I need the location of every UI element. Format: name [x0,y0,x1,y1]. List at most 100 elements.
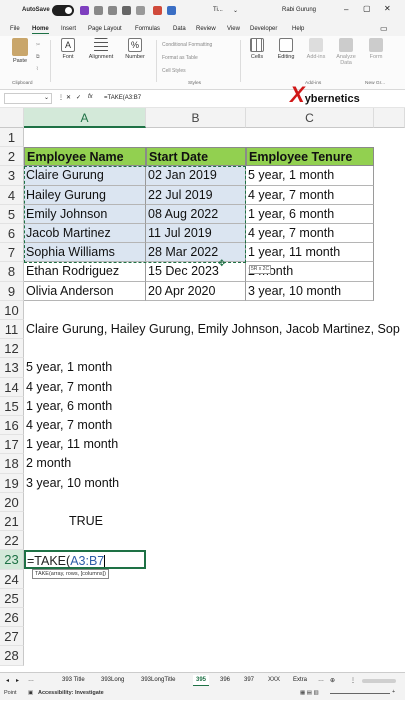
enter-icon[interactable]: ✓ [76,94,81,101]
format-as-table-button[interactable]: Format as Table [162,55,198,61]
horizontal-scrollbar[interactable] [362,679,396,683]
row-header-9[interactable]: 9 [0,281,24,301]
name-box[interactable]: ⌄ [4,93,52,104]
table-cell[interactable]: Olivia Anderson [24,281,146,301]
select-all-corner[interactable] [0,108,24,128]
table-cell[interactable]: Ethan Rodriguez [24,262,146,282]
formula-input[interactable]: =TAKE(A3:B7 [104,95,141,101]
column-header-d[interactable] [374,108,405,128]
autosave-toggle[interactable] [52,5,74,16]
view-icons[interactable]: ▦ ▤ ▥ [300,690,319,696]
row-header-1[interactable]: 1 [0,128,24,148]
add-sheet-icon[interactable]: ⊕ [330,677,335,684]
row-header-26[interactable]: 26 [0,608,24,628]
editing-button[interactable]: Editing [272,38,300,60]
row-header-17[interactable]: 17 [0,435,24,455]
zoom-in-icon[interactable]: + [392,689,395,695]
row-header-24[interactable]: 24 [0,569,24,589]
sheet-tab-396[interactable]: 396 [220,677,230,683]
table-cell[interactable]: 4 year, 7 month [246,185,374,205]
row-header-22[interactable]: 22 [0,531,24,551]
row-header-28[interactable]: 28 [0,646,24,666]
tenure-list-cell[interactable]: 4 year, 7 month [24,378,146,397]
row-header-16[interactable]: 16 [0,416,24,436]
shape-icon[interactable] [122,6,131,15]
row-header-4[interactable]: 4 [0,185,24,205]
tab-insert[interactable]: Insert [61,26,76,32]
tab-page-layout[interactable]: Page Layout [88,26,122,32]
row-header-3[interactable]: 3 [0,166,24,186]
cut-icon[interactable]: ✂ [36,42,40,48]
qat-more-icon[interactable] [136,6,145,15]
row-header-7[interactable]: 7 [0,243,24,263]
form-button[interactable]: Form [364,38,388,60]
table-cell[interactable]: 5 year, 1 month [246,166,374,186]
tab-developer[interactable]: Developer [250,26,277,32]
analyze-data-button[interactable]: Analyze Data [333,38,359,66]
paste-button[interactable]: Paste [8,38,32,64]
textjoin-result-cell[interactable]: Claire Gurung, Hailey Gurung, Emily John… [24,320,404,339]
file-title[interactable]: Ti... [213,7,223,13]
table-header-cell[interactable]: Employee Name [24,147,146,167]
comments-icon[interactable]: ▭ [380,24,388,33]
record-icon[interactable] [153,6,162,15]
tenure-list-cell[interactable]: 2 month [24,454,146,473]
save-icon[interactable] [80,6,89,15]
undo-icon[interactable] [94,6,103,15]
format-painter-icon[interactable]: ⌇ [36,66,38,72]
close-icon[interactable]: ✕ [384,4,391,13]
zoom-slider[interactable] [330,693,390,694]
row-header-20[interactable]: 20 [0,492,24,512]
record-macro-icon[interactable]: ▣ [28,690,33,696]
row-header-2[interactable]: 2 [0,147,24,167]
sheet-tab-397[interactable]: 397 [244,677,254,683]
row-header-10[interactable]: 10 [0,300,24,320]
tenure-list-cell[interactable]: 5 year, 1 month [24,358,146,377]
insert-function-button[interactable]: fx [88,94,93,100]
table-cell[interactable]: 15 Dec 2023 [146,262,246,282]
more-tabs-icon[interactable]: … [318,677,324,683]
tabs-menu-icon[interactable]: ⋮ [350,677,356,684]
tab-home[interactable]: Home [32,26,49,34]
table-cell[interactable]: 20 Apr 2020 [146,281,246,301]
new-sheet-icon[interactable] [167,6,176,15]
row-header-25[interactable]: 25 [0,588,24,608]
tab-help[interactable]: Help [292,26,304,32]
sheet-tab-393-title[interactable]: 393 Title [62,677,85,683]
table-cell[interactable]: 1 year, 6 month [246,204,374,224]
minimize-icon[interactable]: – [344,5,348,14]
more-sheets-icon[interactable]: … [28,677,34,683]
tab-view[interactable]: View [227,26,240,32]
alignment-button[interactable]: Alignment [86,38,116,60]
row-header-18[interactable]: 18 [0,454,24,474]
maximize-icon[interactable]: ▢ [363,4,371,13]
table-cell[interactable]: 3 year, 10 month [246,281,374,301]
row-header-19[interactable]: 19 [0,473,24,493]
row-header-11[interactable]: 11 [0,320,24,340]
active-cell-a23[interactable]: =TAKE(A3:B7 [24,550,146,569]
conditional-formatting-button[interactable]: Conditional Formatting [162,42,212,48]
row-header-27[interactable]: 27 [0,627,24,647]
row-header-12[interactable]: 12 [0,339,24,359]
sheet-tab-xxx[interactable]: XXX [268,677,280,683]
tab-data[interactable]: Data [173,26,186,32]
row-header-6[interactable]: 6 [0,224,24,244]
tab-formulas[interactable]: Formulas [135,26,160,32]
row-header-15[interactable]: 15 [0,396,24,416]
row-header-5[interactable]: 5 [0,204,24,224]
row-header-23[interactable]: 23 [0,550,24,570]
tenure-list-cell[interactable]: 3 year, 10 month [24,474,146,493]
user-name[interactable]: Rabi Gurung [282,7,316,13]
cancel-icon[interactable]: ✕ [66,94,71,101]
redo-icon[interactable] [108,6,117,15]
dropdown-icon[interactable]: ⌄ [233,7,238,14]
row-header-13[interactable]: 13 [0,358,24,378]
copy-icon[interactable]: ⧉ [36,54,40,60]
cell-styles-button[interactable]: Cell Styles [162,68,186,74]
tab-review[interactable]: Review [196,26,216,32]
row-header-21[interactable]: 21 [0,512,24,532]
row-header-8[interactable]: 8 [0,262,24,282]
accessibility-status[interactable]: Accessibility: Investigate [38,690,104,696]
number-button[interactable]: % Number [122,38,148,60]
table-header-cell[interactable]: Employee Tenure [246,147,374,167]
